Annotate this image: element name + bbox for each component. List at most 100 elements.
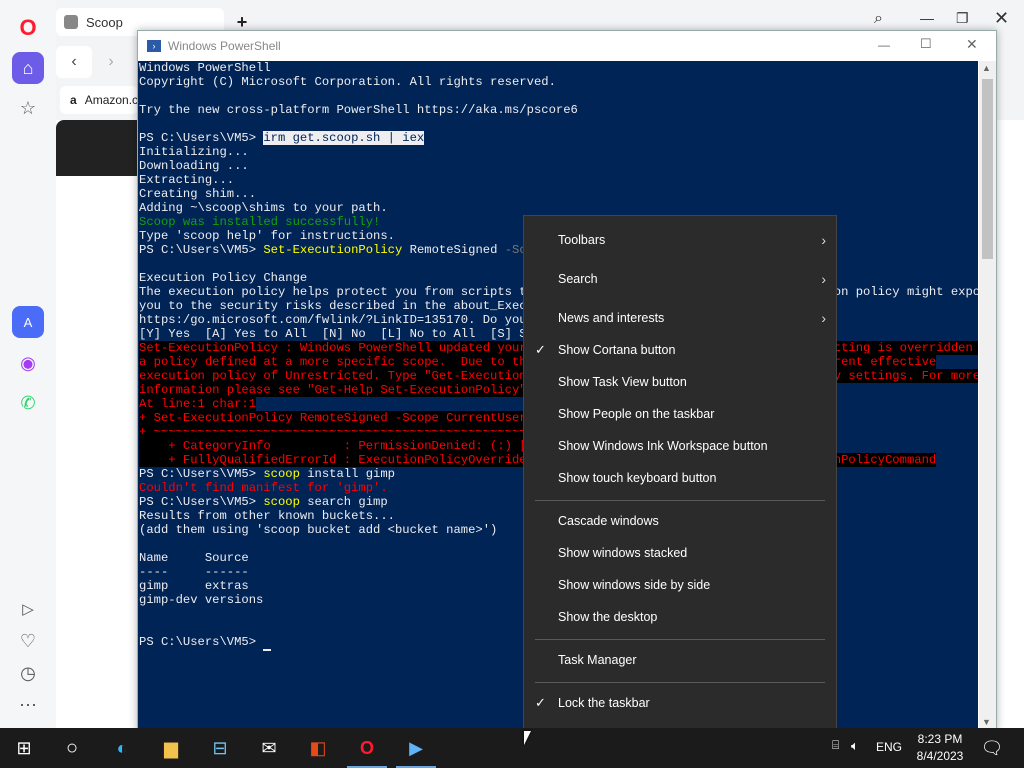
language-indicator[interactable]: ENG xyxy=(876,740,902,754)
opera-taskbar-icon[interactable]: O xyxy=(347,732,387,764)
console-line-text: Windows PowerShell xyxy=(139,61,271,75)
powershell-title: Windows PowerShell xyxy=(168,39,281,53)
chevron-right-icon: › xyxy=(821,310,826,326)
minimize-browser-icon[interactable]: — xyxy=(920,10,934,26)
console-line: (add them using 'scoop bucket add <bucke… xyxy=(139,523,497,537)
network-icon[interactable]: ⌸ xyxy=(832,738,839,753)
star-icon[interactable]: ☆ xyxy=(12,92,44,124)
forward-button[interactable]: › xyxy=(96,46,126,78)
mail-icon[interactable]: ✉ xyxy=(249,732,289,764)
whatsapp-icon[interactable]: ✆ xyxy=(12,387,44,419)
menu-item-label: Show touch keyboard button xyxy=(558,471,717,485)
messenger-icon[interactable]: ◉ xyxy=(12,347,44,379)
console-scrollbar[interactable]: ▲ ▼ xyxy=(979,61,996,731)
console-line: PS C:\Users\VM5> scoop install gimp xyxy=(139,467,395,481)
web-page-header xyxy=(56,120,138,176)
close-browser-icon[interactable]: ✕ xyxy=(994,8,1009,29)
powershell-titlebar[interactable]: › Windows PowerShell — ☐ ✕ xyxy=(138,31,996,61)
menu-item-cascade-windows[interactable]: Cascade windows xyxy=(524,506,836,536)
menu-item-show-windows-side-by-side[interactable]: Show windows side by side xyxy=(524,570,836,600)
windows-start-icon[interactable]: ⊞ xyxy=(4,732,44,764)
console-line: Name Source xyxy=(139,551,249,565)
menu-item-show-windows-ink-workspace-button[interactable]: Show Windows Ink Workspace button xyxy=(524,431,836,461)
scroll-thumb[interactable] xyxy=(982,79,993,259)
console-line-text: Extracting... xyxy=(139,173,235,187)
console-line: At line:1 char:1 xyxy=(139,397,257,411)
powershell-taskbar-icon[interactable]: ▶ xyxy=(396,732,436,764)
console-line: Couldn't find manifest for 'gimp'. xyxy=(139,481,388,495)
menu-item-task-manager[interactable]: Task Manager xyxy=(524,645,836,675)
player-icon[interactable]: ▷ xyxy=(12,593,44,625)
menu-item-toolbars[interactable]: Toolbars › xyxy=(524,225,836,255)
menu-separator xyxy=(535,500,825,501)
console-line: Results from other known buckets... xyxy=(139,509,395,523)
console-line: Scoop was installed successfully! xyxy=(139,215,380,229)
heart-icon[interactable]: ♡ xyxy=(12,625,44,657)
menu-item-show-task-view-button[interactable]: Show Task View button xyxy=(524,367,836,397)
store-icon[interactable]: ⊟ xyxy=(200,732,240,764)
console-line-text: Couldn't find manifest for 'gimp'. xyxy=(139,481,388,495)
home-icon[interactable]: ⌂ xyxy=(12,52,44,84)
console-line: Extracting... xyxy=(139,173,234,187)
search-icon[interactable]: ⌕ xyxy=(874,10,883,28)
maximize-icon[interactable]: ☐ xyxy=(920,36,932,52)
menu-item-lock-the-taskbar[interactable]: ✓ Lock the taskbar xyxy=(524,688,836,718)
command-name: scoop xyxy=(263,467,300,481)
console-line-text: PS C:\Users\VM5> xyxy=(139,467,264,481)
console-line: information please see "Get-Help Set-Exe… xyxy=(139,383,534,397)
tab-title: Scoop xyxy=(86,14,123,30)
console-line: Type 'scoop help' for instructions. xyxy=(139,229,395,243)
aria-icon[interactable]: A xyxy=(12,306,44,338)
more-icon[interactable]: ⋯ xyxy=(12,689,44,721)
menu-item-show-windows-stacked[interactable]: Show windows stacked xyxy=(524,538,836,568)
scroll-up-icon[interactable]: ▲ xyxy=(982,63,991,73)
restore-browser-icon[interactable]: ❐ xyxy=(956,10,969,27)
notifications-icon[interactable]: 🗨︎ xyxy=(972,732,1012,764)
history-icon[interactable]: ◷ xyxy=(12,657,44,689)
console-line: Initializing... xyxy=(139,145,249,159)
console-line: PS C:\Users\VM5> irm get.scoop.sh | iex xyxy=(139,131,425,145)
menu-item-show-the-desktop[interactable]: Show the desktop xyxy=(524,602,836,632)
file-explorer-icon[interactable]: ▆ xyxy=(151,732,191,764)
minimize-icon[interactable]: — xyxy=(878,38,890,52)
console-line: gimp extras xyxy=(139,579,249,593)
console-line-text: Type 'scoop help' for instructions. xyxy=(139,229,395,243)
console-line-text: + Set-ExecutionPolicy RemoteSigned -Scop… xyxy=(139,411,527,425)
new-tab-button[interactable]: + xyxy=(232,12,252,32)
menu-item-show-cortana-button[interactable]: ✓ Show Cortana button xyxy=(524,335,836,365)
console-line-text: gimp-dev versions xyxy=(139,593,264,607)
console-line: Downloading ... xyxy=(139,159,249,173)
menu-item-label: Toolbars xyxy=(558,233,606,247)
opera-logo-icon[interactable]: O xyxy=(12,12,44,44)
checkmark-icon: ✓ xyxy=(535,342,546,357)
chevron-right-icon: › xyxy=(821,232,826,248)
console-line-text: Scoop was installed successfully! xyxy=(139,215,381,229)
console-line-text: Initializing... xyxy=(139,145,249,159)
menu-item-search[interactable]: Search › xyxy=(524,264,836,294)
console-line-text: Creating shim... xyxy=(139,187,257,201)
console-line-text: At line:1 char:1 xyxy=(139,397,257,411)
office-icon[interactable]: ◧ xyxy=(298,732,338,764)
clock[interactable]: 8:23 PM 8/4/2023 xyxy=(912,732,968,763)
edge-icon[interactable]: ◐ xyxy=(102,732,142,764)
scroll-down-icon[interactable]: ▼ xyxy=(982,717,991,727)
console-line-text: gimp extras xyxy=(139,579,249,593)
cortana-icon[interactable]: ○ xyxy=(52,732,92,764)
menu-item-news-and-interests[interactable]: News and interests › xyxy=(524,303,836,333)
console-line: Copyright (C) Microsoft Corporation. All… xyxy=(139,75,556,89)
console-line: + Set-ExecutionPolicy RemoteSigned -Scop… xyxy=(139,411,527,425)
command-name: scoop xyxy=(263,495,300,509)
menu-item-show-touch-keyboard-button[interactable]: Show touch keyboard button xyxy=(524,463,836,493)
console-line-text: Try the new cross-platform PowerShell ht… xyxy=(139,103,578,117)
console-line-text: Adding ~\scoop\shims to your path. xyxy=(139,201,388,215)
back-button[interactable]: ‹ xyxy=(56,46,92,78)
volume-icon[interactable]: 🔈︎ xyxy=(851,738,859,754)
console-line-text: + ~~~~~~~~~~~~~~~~~~~~~~~~~~~~~~~~~~~~~~… xyxy=(139,425,534,439)
console-line: Execution Policy Change xyxy=(139,271,307,285)
menu-item-label: Show windows side by side xyxy=(558,578,711,592)
bookmark-amazon[interactable]: a Amazon.c xyxy=(60,86,138,114)
close-icon[interactable]: ✕ xyxy=(966,36,978,53)
bookmark-label: Amazon.c xyxy=(84,93,139,107)
menu-item-show-people-on-the-taskbar[interactable]: Show People on the taskbar xyxy=(524,399,836,429)
console-line-text: ---- ------ xyxy=(139,565,249,579)
